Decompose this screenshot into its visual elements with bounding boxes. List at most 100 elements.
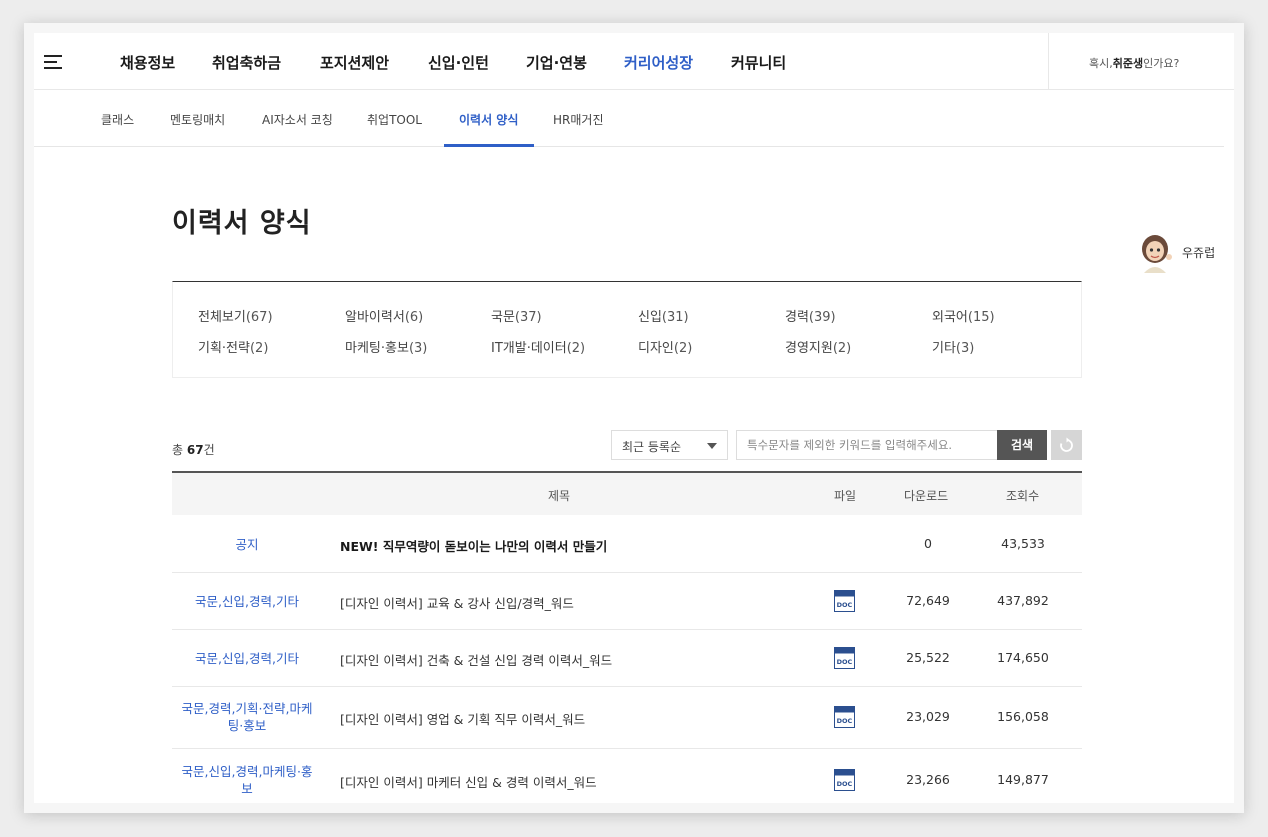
category-experienced[interactable]: 경력(39) (785, 306, 836, 325)
row-title[interactable]: [디자인 이력서] 교육 & 강사 신입/경력_워드 (340, 593, 574, 612)
category-planning[interactable]: 기획·전략(2) (198, 337, 268, 356)
doc-file-label: DOC (837, 601, 853, 609)
category-count: (2) (673, 341, 693, 356)
row-title[interactable]: [디자인 이력서] 영업 & 기획 직무 이력서_워드 (340, 709, 585, 728)
category-name: 경영지원 (785, 341, 833, 356)
row-category[interactable]: 국문,신입,경력,기타 (172, 593, 322, 610)
category-count: (3) (955, 341, 975, 356)
row-downloads: 23,266 (906, 772, 950, 787)
row-title[interactable]: [디자인 이력서] 마케터 신입 & 경력 이력서_워드 (340, 772, 597, 791)
menu-newbie-intern[interactable]: 신입·인턴 (428, 52, 489, 73)
table-row[interactable]: 공지 NEW! 직무역량이 돋보이는 나만의 이력서 만들기 0 43,533 (172, 515, 1082, 573)
table-row[interactable]: 국문,신입,경력,기타 [디자인 이력서] 교육 & 강사 신입/경력_워드 D… (172, 573, 1082, 630)
greeting-link[interactable]: 혹시,취준생인가요? (1089, 55, 1179, 71)
doc-file-label: DOC (837, 717, 853, 725)
sort-selected-label: 최근 등록순 (622, 440, 682, 454)
category-name: 디자인 (638, 341, 674, 356)
sub-nav: 클래스 멘토링매치 AI자소서 코칭 취업TOOL 이력서 양식 HR매거진 (34, 90, 1224, 147)
row-downloads: 72,649 (906, 593, 950, 608)
row-title[interactable]: [디자인 이력서] 건축 & 건설 신입 경력 이력서_워드 (340, 650, 612, 669)
active-tab-indicator (444, 144, 534, 147)
subnav-resume-template[interactable]: 이력서 양식 (459, 111, 518, 128)
category-count: (2) (832, 341, 852, 356)
table-header: 제목 파일 다운로드 조회수 (172, 471, 1082, 515)
category-foreign[interactable]: 외국어(15) (932, 306, 995, 325)
category-all-count: (67) (245, 310, 273, 325)
category-design[interactable]: 디자인(2) (638, 337, 692, 356)
category-name: 알바이력서 (345, 310, 405, 325)
category-name: 신입 (638, 310, 662, 325)
total-count: 총 67건 (172, 441, 215, 458)
category-count: (37) (514, 310, 542, 325)
reset-button[interactable] (1051, 430, 1082, 460)
table-row[interactable]: 국문,경력,기획·전략,마케팅·홍보 [디자인 이력서] 영업 & 기획 직무 … (172, 687, 1082, 749)
category-parttime[interactable]: 알바이력서(6) (345, 306, 423, 325)
menu-position-offer[interactable]: 포지션제안 (320, 52, 389, 73)
greeting-suffix: 인가요? (1143, 57, 1180, 70)
menu-job-info[interactable]: 채용정보 (120, 52, 175, 73)
menu-company-salary[interactable]: 기업·연봉 (526, 52, 587, 73)
row-category[interactable]: 국문,신입,경력,마케팅·홍보 (172, 763, 322, 797)
table-row[interactable]: 국문,신입,경력,기타 [디자인 이력서] 건축 & 건설 신입 경력 이력서_… (172, 630, 1082, 687)
category-newbie[interactable]: 신입(31) (638, 306, 689, 325)
doc-file-icon[interactable]: DOC (834, 706, 855, 728)
category-marketing[interactable]: 마케팅·홍보(3) (345, 337, 427, 356)
subnav-ai-coaching[interactable]: AI자소서 코칭 (262, 111, 333, 128)
row-views: 174,650 (997, 650, 1049, 665)
subnav-mentoring[interactable]: 멘토링매치 (170, 111, 225, 128)
caret-down-icon (707, 443, 717, 449)
category-count: (31) (661, 310, 689, 325)
doc-file-label: DOC (837, 780, 853, 788)
category-count: (2) (566, 341, 586, 356)
doc-file-icon[interactable]: DOC (834, 590, 855, 612)
total-number: 67 (186, 443, 204, 457)
row-views: 149,877 (997, 772, 1049, 787)
row-views: 156,058 (997, 709, 1049, 724)
row-category[interactable]: 공지 (172, 536, 322, 553)
category-name: 기획·전략 (198, 341, 250, 356)
row-category[interactable]: 국문,경력,기획·전략,마케팅·홍보 (172, 700, 322, 734)
search-input[interactable] (736, 430, 998, 460)
category-korean[interactable]: 국문(37) (491, 306, 542, 325)
doc-file-label: DOC (837, 658, 853, 666)
subnav-hr-magazine[interactable]: HR매거진 (553, 111, 603, 128)
category-all[interactable]: 전체보기(67) (198, 306, 273, 325)
subnav-class[interactable]: 클래스 (101, 111, 134, 128)
top-nav: 채용정보 취업축하금 포지션제안 신입·인턴 기업·연봉 커리어성장 커뮤니티 … (34, 33, 1234, 90)
category-etc[interactable]: 기타(3) (932, 337, 974, 356)
helper-widget[interactable]: 우쥬럽 (1138, 233, 1228, 277)
search-button[interactable]: 검색 (997, 430, 1047, 460)
row-downloads: 23,029 (906, 709, 950, 724)
category-count: (15) (967, 310, 995, 325)
total-suffix: 건 (203, 443, 215, 457)
category-name: IT개발·데이터 (491, 341, 567, 356)
category-it-data[interactable]: IT개발·데이터(2) (491, 337, 585, 356)
hamburger-menu-icon[interactable] (44, 55, 62, 69)
menu-career-growth[interactable]: 커리어성장 (624, 52, 693, 73)
doc-file-icon[interactable]: DOC (834, 769, 855, 791)
refresh-icon (1060, 437, 1073, 452)
sort-select[interactable]: 최근 등록순 (611, 430, 728, 460)
category-count: (3) (408, 341, 428, 356)
greeting-prefix: 혹시, (1089, 57, 1113, 70)
avatar-icon (1142, 235, 1172, 273)
page-title: 이력서 양식 (172, 208, 312, 239)
doc-file-icon[interactable]: DOC (834, 647, 855, 669)
row-views: 43,533 (1001, 536, 1045, 551)
row-title[interactable]: NEW! 직무역량이 돋보이는 나만의 이력서 만들기 (340, 536, 607, 555)
category-management[interactable]: 경영지원(2) (785, 337, 851, 356)
category-name: 경력 (785, 310, 809, 325)
header-downloads: 다운로드 (904, 489, 949, 503)
header-file: 파일 (834, 489, 857, 503)
menu-community[interactable]: 커뮤니티 (731, 52, 786, 73)
greeting-bold: 취준생 (1112, 57, 1144, 70)
category-count: (39) (808, 310, 836, 325)
category-filter: 전체보기(67) 알바이력서(6) 국문(37) 신입(31) 경력(39) 외… (172, 281, 1082, 378)
browser-viewport: 채용정보 취업축하금 포지션제안 신입·인턴 기업·연봉 커리어성장 커뮤니티 … (34, 33, 1234, 803)
category-count: (2) (249, 341, 269, 356)
menu-job-bonus[interactable]: 취업축하금 (212, 52, 281, 73)
row-downloads: 0 (924, 536, 932, 551)
row-category[interactable]: 국문,신입,경력,기타 (172, 650, 322, 667)
table-row[interactable]: 국문,신입,경력,마케팅·홍보 [디자인 이력서] 마케터 신입 & 경력 이력… (172, 749, 1082, 803)
subnav-job-tool[interactable]: 취업TOOL (367, 111, 422, 128)
